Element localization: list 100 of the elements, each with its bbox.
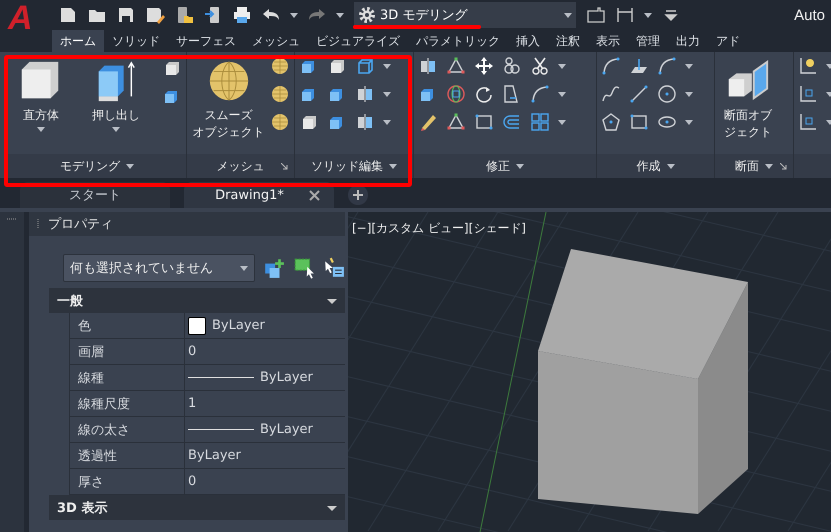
arc-icon[interactable] — [657, 56, 677, 76]
pencil-icon[interactable] — [418, 112, 438, 132]
pentagon-icon[interactable] — [601, 112, 621, 132]
ribbon-button[interactable]: スムーズ オブジェクト — [191, 56, 266, 143]
rectangle-icon[interactable] — [629, 112, 649, 132]
circle-icon[interactable] — [657, 84, 677, 104]
line-icon[interactable] — [629, 84, 649, 104]
ribbon-tab[interactable]: ホーム — [52, 30, 104, 52]
ribbon-tab[interactable]: サーフェス — [168, 30, 244, 52]
circles-icon[interactable] — [502, 56, 522, 76]
viewport-label[interactable]: [−][カスタム ビュー][シェード] — [352, 220, 526, 237]
ribbon-tab[interactable]: パラメトリック — [408, 30, 508, 52]
lightbulb-icon[interactable] — [798, 56, 818, 76]
caret-icon[interactable] — [290, 12, 298, 18]
ribbon-tab[interactable]: 管理 — [628, 30, 668, 52]
caret-icon[interactable] — [240, 266, 248, 270]
property-value[interactable]: ByLayer — [212, 318, 265, 333]
viewport-icon[interactable] — [586, 5, 606, 25]
grid-icon[interactable] — [530, 112, 550, 132]
mirror-icon[interactable] — [418, 56, 438, 76]
save-icon[interactable] — [116, 5, 136, 25]
panel-title[interactable]: 修正 — [414, 154, 596, 178]
launcher-icon[interactable] — [281, 162, 288, 170]
rectangle-icon[interactable] — [474, 112, 494, 132]
panel-title[interactable]: 作成 — [597, 154, 714, 178]
triangle-icon[interactable] — [446, 112, 466, 132]
panel-title[interactable]: 断面 — [715, 154, 793, 178]
ribbon-tab[interactable]: 注釈 — [548, 30, 588, 52]
caret-icon[interactable] — [558, 64, 566, 68]
globe-icon[interactable] — [446, 84, 466, 104]
sphere-icon[interactable] — [270, 56, 290, 76]
property-value[interactable]: 1 — [188, 396, 196, 411]
spline-icon[interactable] — [601, 84, 621, 104]
arc-icon[interactable] — [601, 56, 621, 76]
caret-icon[interactable] — [382, 120, 390, 124]
grip-icon[interactable] — [37, 219, 40, 229]
caret-icon[interactable] — [558, 92, 566, 96]
save-as-icon[interactable] — [145, 5, 165, 25]
new-tab-button[interactable] — [348, 185, 368, 205]
workspace-dropdown[interactable]: 3D モデリング — [354, 2, 576, 28]
quick-select-icon[interactable] — [323, 257, 345, 279]
caret-icon[interactable] — [126, 164, 134, 168]
caret-icon[interactable] — [516, 164, 524, 168]
caret-icon[interactable] — [684, 64, 692, 68]
sphere-icon[interactable] — [270, 112, 290, 132]
caret-icon[interactable] — [558, 120, 566, 124]
ribbon-button[interactable]: 断面オブ ジェクト — [719, 56, 777, 143]
caret-icon[interactable] — [564, 12, 572, 18]
move-icon[interactable] — [474, 56, 494, 76]
caret-icon[interactable] — [112, 127, 120, 132]
cube-drawing[interactable] — [538, 249, 748, 514]
ribbon-button[interactable]: 直方体 — [12, 56, 70, 134]
property-value[interactable]: ByLayer — [260, 422, 313, 437]
caret-icon[interactable] — [684, 92, 692, 96]
property-value[interactable]: ByLayer — [188, 448, 241, 463]
scissors-icon[interactable] — [530, 56, 550, 76]
selection-dropdown[interactable]: 何も選択されていません — [63, 254, 255, 282]
ribbon-tab[interactable]: 出力 — [668, 30, 708, 52]
axes-icon[interactable] — [798, 84, 818, 104]
triangle-icon[interactable] — [446, 56, 466, 76]
arc-icon[interactable] — [530, 84, 550, 104]
dimension-icon[interactable] — [615, 5, 635, 25]
caret-icon[interactable] — [37, 127, 45, 132]
section-header[interactable]: 一般 — [49, 288, 345, 313]
caret-icon[interactable] — [765, 164, 773, 168]
caret-icon[interactable] — [644, 12, 652, 18]
axes-icon[interactable] — [798, 112, 818, 132]
select-objects-icon[interactable] — [293, 257, 315, 279]
ribbon-tab[interactable]: 表示 — [588, 30, 628, 52]
print-icon[interactable] — [232, 5, 252, 25]
caret-icon[interactable] — [666, 164, 674, 168]
caret-icon[interactable] — [336, 12, 344, 18]
grip-icon[interactable] — [7, 218, 17, 221]
mirror-icon[interactable] — [355, 84, 375, 104]
caret-icon[interactable] — [382, 92, 390, 96]
panel-title[interactable]: モデリング — [8, 154, 186, 178]
close-icon[interactable] — [309, 190, 320, 200]
rotate-icon[interactable] — [474, 84, 494, 104]
caret-icon[interactable] — [389, 164, 397, 168]
ribbon-tab[interactable]: ビジュアライズ — [308, 30, 408, 52]
ribbon-tab[interactable]: ソリッド — [104, 30, 168, 52]
ribbon-tab[interactable]: アド — [708, 30, 748, 52]
property-value[interactable]: 0 — [188, 474, 196, 489]
sphere-icon[interactable] — [270, 84, 290, 104]
ribbon-button[interactable]: 押し出し — [87, 56, 145, 134]
viewport[interactable]: [−][カスタム ビュー][シェード] — [345, 212, 831, 532]
caret-icon[interactable] — [684, 120, 692, 124]
new-file-icon[interactable] — [58, 5, 78, 25]
property-value[interactable]: 0 — [188, 344, 196, 359]
panel-title[interactable]: メッシュ — [187, 154, 294, 178]
add-selection-icon[interactable] — [263, 257, 285, 279]
section-header[interactable]: 3D 表示 — [49, 495, 345, 520]
panel-title[interactable]: ソリッド編集 — [295, 154, 413, 178]
plane-icon[interactable] — [629, 56, 649, 76]
property-value[interactable]: ByLayer — [260, 370, 313, 385]
wireframe-cube-icon[interactable] — [355, 56, 375, 76]
mirror-icon[interactable] — [355, 112, 375, 132]
caret-icon[interactable] — [382, 64, 390, 68]
launcher-icon[interactable] — [780, 162, 787, 170]
ribbon-tab[interactable]: 挿入 — [508, 30, 548, 52]
